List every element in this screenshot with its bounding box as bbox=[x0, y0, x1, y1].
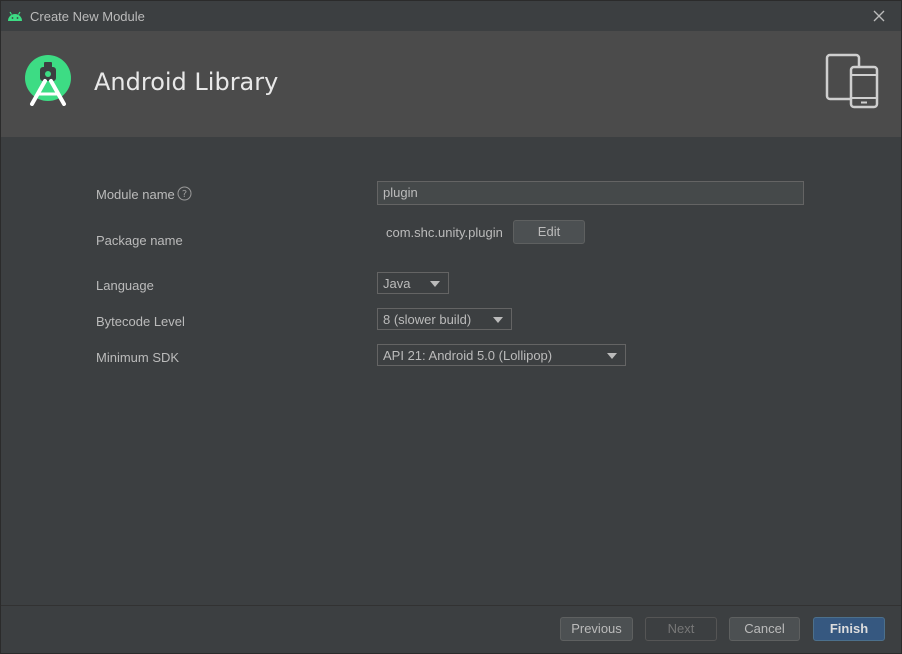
module-name-input[interactable]: plugin bbox=[377, 181, 804, 205]
chevron-down-icon bbox=[607, 353, 617, 359]
page-title: Android Library bbox=[94, 68, 279, 96]
minimum-sdk-label: Minimum SDK bbox=[96, 350, 180, 365]
cancel-button[interactable]: Cancel bbox=[729, 617, 800, 641]
minimum-sdk-select[interactable]: API 21: Android 5.0 (Lollipop) bbox=[377, 344, 626, 366]
package-name-value: com.shc.unity.plugin bbox=[386, 225, 503, 240]
language-selected-value: Java bbox=[383, 276, 411, 291]
close-icon[interactable] bbox=[871, 8, 887, 24]
bytecode-level-selected-value: 8 (slower build) bbox=[383, 312, 472, 327]
window-title: Create New Module bbox=[30, 9, 145, 24]
dialog-window: Create New Module Android Library Module… bbox=[0, 0, 902, 654]
module-name-label: Module name bbox=[96, 187, 175, 202]
chevron-down-icon bbox=[430, 281, 440, 287]
footer-divider bbox=[1, 605, 901, 606]
package-name-label: Package name bbox=[96, 233, 183, 248]
help-icon[interactable]: ? bbox=[177, 186, 192, 201]
language-select[interactable]: Java bbox=[377, 272, 449, 294]
android-icon bbox=[8, 11, 22, 21]
bytecode-level-label: Bytecode Level bbox=[96, 314, 185, 329]
chevron-down-icon bbox=[493, 317, 503, 323]
android-studio-logo-icon bbox=[25, 55, 71, 106]
wizard-header: Android Library bbox=[1, 31, 901, 137]
next-button[interactable]: Next bbox=[645, 617, 717, 641]
edit-package-button[interactable]: Edit bbox=[513, 220, 585, 244]
finish-button[interactable]: Finish bbox=[813, 617, 885, 641]
previous-button[interactable]: Previous bbox=[560, 617, 633, 641]
module-form: Module name ? plugin Package name com.sh… bbox=[1, 137, 901, 605]
minimum-sdk-selected-value: API 21: Android 5.0 (Lollipop) bbox=[383, 348, 553, 363]
language-label: Language bbox=[96, 278, 154, 293]
svg-text:?: ? bbox=[182, 189, 187, 200]
bytecode-level-select[interactable]: 8 (slower build) bbox=[377, 308, 512, 330]
title-bar: Create New Module bbox=[1, 1, 901, 31]
devices-icon bbox=[825, 53, 879, 109]
